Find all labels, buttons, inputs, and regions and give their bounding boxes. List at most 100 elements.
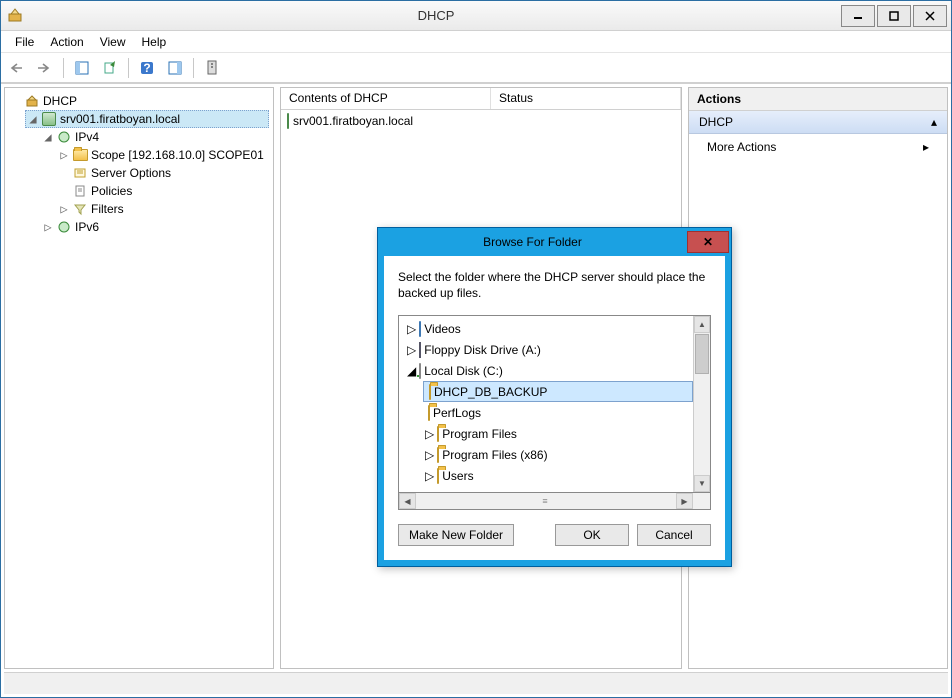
toolbar-separator (63, 58, 64, 78)
server-button[interactable] (200, 56, 224, 80)
list-item-label: srv001.firatboyan.local (293, 114, 413, 128)
menu-help[interactable]: Help (134, 33, 175, 51)
column-status[interactable]: Status (491, 88, 681, 109)
server-icon (287, 114, 289, 128)
tree-node-server[interactable]: ◢ srv001.firatboyan.local (25, 110, 269, 128)
show-actions-button[interactable] (163, 56, 187, 80)
make-new-folder-button[interactable]: Make New Folder (398, 524, 514, 546)
folder-label: PerfLogs (433, 406, 481, 420)
menu-file[interactable]: File (7, 33, 42, 51)
actions-item-label: More Actions (707, 140, 776, 154)
export-list-button[interactable] (98, 56, 122, 80)
tree-node-filters[interactable]: ▷ Filters (57, 200, 269, 218)
collapse-icon[interactable]: ◢ (28, 112, 38, 126)
scroll-right-icon[interactable]: ▶ (676, 493, 693, 509)
tree-label: IPv4 (75, 130, 99, 144)
tree-label: Filters (91, 202, 124, 216)
folder-label: Program Files (442, 427, 517, 441)
expand-icon[interactable]: ▷ (425, 469, 434, 483)
tree-node-ipv6[interactable]: ▷ IPv6 (41, 218, 269, 236)
folder-label: DHCP_DB_BACKUP (434, 385, 547, 399)
folder-tree-vscrollbar[interactable]: ▲ ▼ (693, 316, 710, 492)
scroll-up-icon[interactable]: ▲ (694, 316, 710, 333)
scrollbar-thumb[interactable] (695, 334, 709, 374)
expand-icon[interactable]: ▷ (43, 220, 53, 234)
scrollbar-track[interactable]: ≡ (416, 493, 676, 509)
actions-section-dhcp[interactable]: DHCP ▴ (689, 111, 947, 134)
dhcp-mmc-window: DHCP File Action View Help ? (0, 0, 952, 698)
tree-node-server-options[interactable]: Server Options (57, 164, 269, 182)
folder-icon (429, 385, 431, 399)
folder-icon (437, 427, 439, 441)
dialog-titlebar[interactable]: Browse For Folder ✕ (378, 228, 731, 256)
collapse-icon[interactable]: ◢ (43, 130, 53, 144)
dialog-close-button[interactable]: ✕ (687, 231, 729, 253)
nav-forward-button[interactable] (33, 56, 57, 80)
folder-label: Floppy Disk Drive (A:) (424, 343, 541, 357)
folder-icon (437, 448, 439, 462)
folder-node-localdisk[interactable]: ◢ Local Disk (C:) (405, 360, 693, 381)
folder-node-program-files[interactable]: ▷ Program Files (423, 423, 693, 444)
window-title: DHCP (31, 8, 841, 23)
folder-node-videos[interactable]: ▷ Videos (405, 318, 693, 339)
menu-action[interactable]: Action (42, 33, 91, 51)
scrollbar-track[interactable] (694, 375, 710, 475)
options-icon (72, 165, 88, 181)
tree-label: Server Options (91, 166, 171, 180)
dhcp-app-icon (7, 7, 25, 25)
expand-icon[interactable]: ▷ (59, 148, 69, 162)
tree-label: Policies (91, 184, 132, 198)
drive-icon (419, 364, 421, 378)
folder-node-perflogs[interactable]: PerfLogs (423, 402, 693, 423)
collapse-icon[interactable]: ◢ (407, 364, 416, 378)
folder-node-dhcp-backup[interactable]: DHCP_DB_BACKUP (423, 381, 693, 402)
titlebar: DHCP (1, 1, 951, 31)
help-button[interactable]: ? (135, 56, 159, 80)
maximize-button[interactable] (877, 5, 911, 27)
menubar: File Action View Help (1, 31, 951, 53)
scope-tree[interactable]: DHCP ◢ srv001.firatboyan.local (9, 92, 269, 236)
show-hide-tree-button[interactable] (70, 56, 94, 80)
scroll-left-icon[interactable]: ◀ (399, 493, 416, 509)
window-controls (841, 5, 951, 27)
close-button[interactable] (913, 5, 947, 27)
policies-icon (72, 183, 88, 199)
actions-more-actions[interactable]: More Actions ▸ (689, 134, 947, 160)
actions-header: Actions (689, 88, 947, 111)
folder-tree[interactable]: ▷ Videos ▷ Floppy Disk Drive (A:) ◢ (398, 315, 711, 493)
statusbar (4, 672, 948, 694)
ok-button[interactable]: OK (555, 524, 629, 546)
scroll-down-icon[interactable]: ▼ (694, 475, 710, 492)
tree-node-dhcp[interactable]: DHCP (9, 92, 269, 110)
expand-icon[interactable]: ▷ (407, 322, 416, 336)
tree-label: DHCP (43, 94, 77, 108)
menu-view[interactable]: View (92, 33, 134, 51)
folder-node-program-files-x86[interactable]: ▷ Program Files (x86) (423, 444, 693, 465)
expand-icon[interactable]: ▷ (407, 343, 416, 357)
ipv4-icon (56, 129, 72, 145)
list-header: Contents of DHCP Status (281, 88, 681, 110)
folder-node-users[interactable]: ▷ Users (423, 465, 693, 486)
collapse-triangle-icon: ▴ (931, 115, 937, 129)
tree-label: srv001.firatboyan.local (60, 112, 180, 126)
toolbar-separator (128, 58, 129, 78)
folder-node-floppy[interactable]: ▷ Floppy Disk Drive (A:) (405, 339, 693, 360)
dialog-buttons: Make New Folder OK Cancel (398, 524, 711, 546)
tree-node-scope[interactable]: ▷ Scope [192.168.10.0] SCOPE01 (57, 146, 269, 164)
server-icon (41, 111, 57, 127)
scrollbar-grip-icon: ≡ (542, 496, 549, 506)
expand-icon[interactable]: ▷ (425, 448, 434, 462)
expand-icon[interactable]: ▷ (425, 427, 434, 441)
folder-tree-hscrollbar[interactable]: ◀ ≡ ▶ (398, 493, 711, 510)
expand-icon[interactable]: ▷ (59, 202, 69, 216)
column-contents[interactable]: Contents of DHCP (281, 88, 491, 109)
folder-icon (428, 406, 430, 420)
nav-back-button[interactable] (5, 56, 29, 80)
tree-node-policies[interactable]: Policies (57, 182, 269, 200)
minimize-button[interactable] (841, 5, 875, 27)
ipv6-icon (56, 219, 72, 235)
tree-label: Scope [192.168.10.0] SCOPE01 (91, 148, 264, 162)
tree-node-ipv4[interactable]: ◢ IPv4 (41, 128, 269, 146)
cancel-button[interactable]: Cancel (637, 524, 711, 546)
list-item-server[interactable]: srv001.firatboyan.local (283, 112, 679, 130)
